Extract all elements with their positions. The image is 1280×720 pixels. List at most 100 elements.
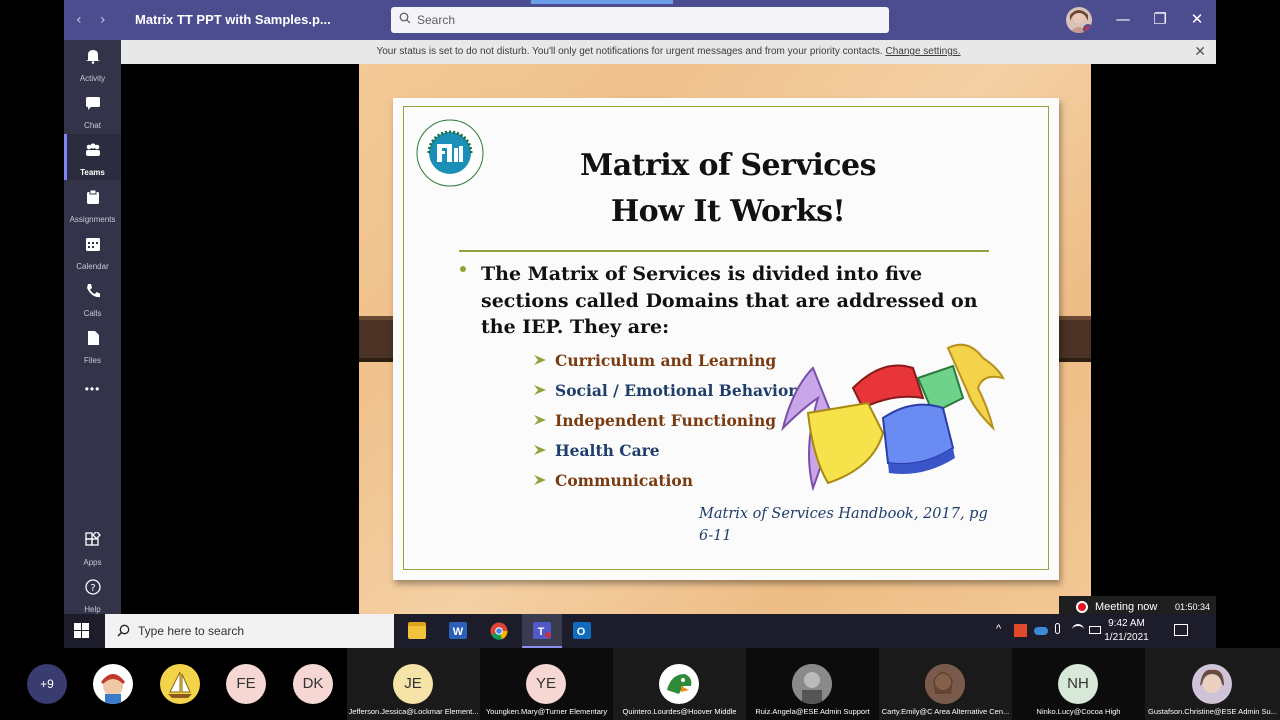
meeting-label: Meeting now: [1095, 601, 1158, 613]
user-avatar[interactable]: [1066, 7, 1092, 33]
avatar: DK: [293, 664, 333, 704]
search-input[interactable]: Search: [391, 7, 889, 33]
meeting-timer: 01:50:34: [1174, 602, 1210, 612]
recording-icon: [1076, 601, 1088, 613]
svg-text:T: T: [538, 626, 545, 638]
arrow-bullet-icon: [534, 475, 546, 485]
search-placeholder: Search: [417, 13, 456, 27]
participant-tile[interactable]: [156, 648, 204, 720]
chrome-icon[interactable]: [479, 614, 519, 648]
rail-item-files[interactable]: Files: [64, 322, 121, 368]
minimize-button[interactable]: —: [1113, 10, 1133, 28]
more-apps-button[interactable]: •••: [64, 378, 121, 408]
rail-item-calendar[interactable]: Calendar: [64, 228, 121, 274]
teams-icon[interactable]: T: [522, 614, 562, 648]
clock-date: 1/21/2021: [1104, 632, 1149, 643]
participant-tile[interactable]: Gustafson.Christine@ESE Admin Su...: [1145, 648, 1280, 720]
tray-expand-icon[interactable]: ^: [996, 623, 1001, 635]
top-accent-bar: [531, 0, 673, 4]
title-divider: [459, 250, 989, 252]
apps-icon: [84, 532, 101, 546]
calendar-icon: [85, 238, 100, 251]
shared-content-stage: Matrix of Services How It Works! The Mat…: [121, 64, 1216, 614]
windows-start-icon[interactable]: [74, 623, 90, 639]
svg-text:O: O: [577, 626, 586, 638]
arrow-bullet-icon: [534, 355, 546, 365]
app-rail: Activity Chat Teams Assignments Calendar…: [64, 40, 121, 616]
chevron-right-icon[interactable]: ›: [100, 12, 106, 28]
participant-tile[interactable]: NH Ninko.Lucy@Cocoa High: [1012, 648, 1145, 720]
avatar: NH: [1058, 664, 1098, 704]
puzzle-pieces-clipart-icon: [781, 343, 1005, 492]
dnd-status-banner: Your status is set to do not disturb. Yo…: [121, 40, 1216, 64]
system-tray: ^ 9:42 AM 1/21/2021: [996, 614, 1216, 648]
chevron-left-icon[interactable]: ‹: [76, 12, 82, 28]
tray-app-icon[interactable]: [1014, 624, 1027, 637]
rail-item-teams[interactable]: Teams: [64, 134, 121, 180]
notification-center-icon[interactable]: [1174, 624, 1188, 636]
participant-tile[interactable]: +9: [0, 648, 90, 720]
participant-tile[interactable]: JE Jefferson.Jessica@Lockmar Element...: [347, 648, 480, 720]
wifi-icon[interactable]: [1072, 624, 1084, 636]
svg-text:?: ?: [90, 583, 95, 594]
svg-text:W: W: [453, 626, 464, 638]
banner-text: Your status is set to do not disturb. Yo…: [376, 46, 886, 57]
participant-name: Ruiz.Angela@ESE Admin Support: [755, 707, 870, 716]
participant-tile[interactable]: FE: [222, 648, 270, 720]
participant-tile[interactable]: YE Youngken.Mary@Turner Elementary: [480, 648, 613, 720]
windows-taskbar: Type here to search W T O ^ 9:42 AM 1/21…: [64, 614, 1216, 648]
rail-item-help[interactable]: ? Help: [64, 571, 121, 617]
rail-item-calls[interactable]: Calls: [64, 275, 121, 321]
fdlrs-logo-icon: [416, 119, 484, 187]
teams-icon: [85, 143, 100, 156]
participant-tile[interactable]: Ruiz.Angela@ESE Admin Support: [746, 648, 879, 720]
avatar: FE: [226, 664, 266, 704]
restore-button[interactable]: ❐: [1150, 10, 1170, 28]
participant-name: Youngken.Mary@Turner Elementary: [485, 707, 608, 716]
avatar: [659, 664, 699, 704]
domain-item: Curriculum and Learning: [533, 351, 776, 370]
taskbar-search-input[interactable]: Type here to search: [105, 614, 394, 648]
participants-strip: +9 FE DK JE Jefferson.Jessica@Lockmar El…: [0, 648, 1280, 720]
outlook-icon[interactable]: O: [562, 614, 602, 648]
taskbar-clock[interactable]: 9:42 AM 1/21/2021: [1099, 617, 1154, 645]
participant-name: Ninko.Lucy@Cocoa High: [1036, 707, 1121, 716]
search-icon: [399, 12, 411, 24]
clock-time: 9:42 AM: [1108, 618, 1145, 629]
participant-tile[interactable]: DK: [289, 648, 337, 720]
avatar: JE: [393, 664, 433, 704]
onedrive-icon[interactable]: [1034, 627, 1048, 635]
taskbar-search-placeholder: Type here to search: [138, 624, 245, 638]
rail-item-apps[interactable]: Apps: [64, 524, 121, 570]
participant-name: Gustafson.Christine@ESE Admin Su...: [1148, 707, 1277, 716]
window-title: Matrix TT PPT with Samples.p...: [135, 12, 331, 27]
overflow-count: +9: [27, 664, 67, 704]
bullet-icon: [460, 266, 466, 272]
avatar: [1192, 664, 1232, 704]
microphone-icon[interactable]: [1055, 623, 1060, 634]
participant-tile[interactable]: [90, 648, 138, 720]
teams-window: ‹ › Matrix TT PPT with Samples.p... Sear…: [64, 0, 1216, 648]
arrow-bullet-icon: [534, 385, 546, 395]
chat-icon: [85, 97, 100, 110]
search-icon: [117, 624, 130, 637]
slide-title-line-1: Matrix of Services: [579, 148, 877, 183]
banner-close-icon[interactable]: ✕: [1194, 43, 1206, 60]
close-button[interactable]: ✕: [1187, 10, 1207, 28]
slide-card: Matrix of Services How It Works! The Mat…: [393, 98, 1059, 580]
rail-item-activity[interactable]: Activity: [64, 40, 121, 86]
domain-item: Health Care: [533, 441, 660, 460]
avatar: [925, 664, 965, 704]
avatar: [792, 664, 832, 704]
file-explorer-icon[interactable]: [397, 614, 437, 648]
phone-icon: [86, 284, 100, 298]
word-icon[interactable]: W: [438, 614, 478, 648]
participant-tile[interactable]: Quintero.Lourdes@Hoover Middle: [613, 648, 746, 720]
arrow-bullet-icon: [534, 415, 546, 425]
rail-item-chat[interactable]: Chat: [64, 87, 121, 133]
rail-item-assignments[interactable]: Assignments: [64, 181, 121, 227]
change-settings-link[interactable]: Change settings.: [885, 46, 960, 57]
slide-bullet-text: The Matrix of Services is divided into f…: [481, 263, 978, 338]
participant-name: Quintero.Lourdes@Hoover Middle: [622, 707, 737, 716]
participant-tile[interactable]: Carty.Emily@C Area Alternative Cen...: [879, 648, 1012, 720]
